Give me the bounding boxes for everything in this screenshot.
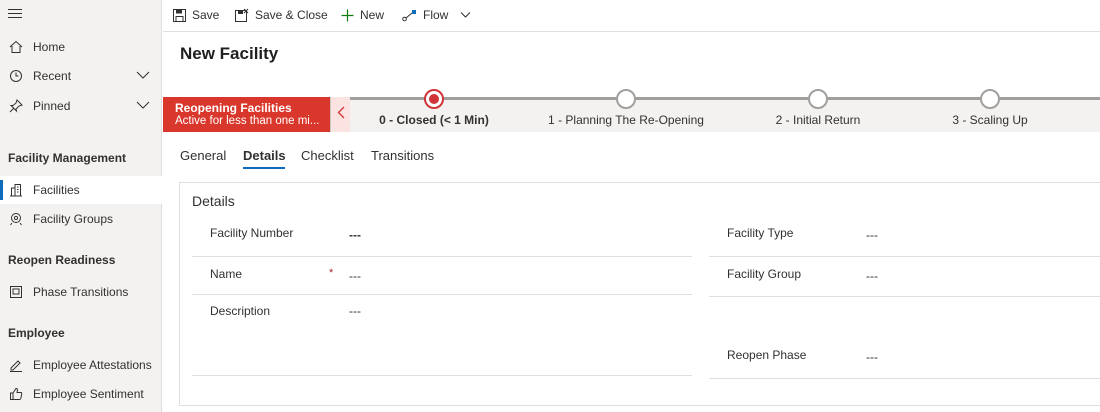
nav-pinned[interactable]: Pinned: [0, 92, 162, 120]
facility-type-field[interactable]: ---: [866, 228, 878, 242]
sidebar-item-label: Facilities: [33, 183, 80, 197]
flow-label: Flow: [423, 8, 449, 22]
page-title: New Facility: [180, 44, 279, 63]
reopen-phase-field[interactable]: ---: [866, 350, 878, 364]
sidebar-item-facilities[interactable]: Facilities: [0, 176, 162, 204]
stage-1-node[interactable]: [616, 89, 636, 109]
new-label: New: [360, 8, 385, 22]
save-and-close-button[interactable]: Save & Close: [235, 0, 328, 30]
name-label: Name: [210, 267, 243, 281]
sidebar-item-facility-groups[interactable]: Facility Groups: [0, 205, 162, 233]
sidebar-item-employee-sentiment[interactable]: Employee Sentiment: [0, 380, 162, 408]
facility-number-label: Facility Number: [210, 226, 294, 240]
nav-home[interactable]: Home: [0, 33, 162, 61]
flow-icon: [402, 9, 417, 22]
stage-0-label[interactable]: 0 - Closed (< 1 Min): [379, 113, 489, 127]
process-status: Active for less than one mi...: [175, 115, 320, 127]
flow-button[interactable]: Flow: [402, 0, 471, 30]
hamburger-menu-icon[interactable]: [8, 6, 22, 20]
active-tab-indicator: [243, 167, 285, 169]
home-icon: [8, 39, 24, 55]
document-icon: [8, 284, 24, 300]
save-and-close-label: Save & Close: [255, 8, 328, 22]
nav-home-label: Home: [33, 40, 66, 54]
thumbs-up-icon: [8, 386, 24, 402]
tab-general[interactable]: General: [180, 148, 226, 163]
stage-2-label[interactable]: 2 - Initial Return: [776, 113, 861, 127]
facility-number-field[interactable]: ---: [349, 228, 361, 242]
section-title-reopen-readiness: Reopen Readiness: [8, 253, 116, 267]
chevron-left-icon: [337, 106, 345, 124]
facility-type-label: Facility Type: [727, 226, 794, 240]
facility-group-label: Facility Group: [727, 267, 802, 281]
sidebar-item-label: Facility Groups: [33, 212, 114, 226]
required-indicator: *: [329, 267, 334, 279]
chevron-down-icon[interactable]: [136, 99, 150, 113]
process-flyout-header[interactable]: Reopening Facilities Active for less tha…: [163, 97, 330, 132]
section-title-facility-management: Facility Management: [8, 151, 127, 165]
description-field[interactable]: ---: [349, 304, 361, 318]
chevron-down-icon[interactable]: [460, 8, 471, 22]
save-close-icon: [235, 8, 249, 22]
tab-checklist[interactable]: Checklist: [301, 148, 354, 163]
save-label: Save: [192, 8, 220, 22]
sidebar-item-label: Employee Attestations: [33, 358, 152, 372]
nav-pinned-label: Pinned: [33, 99, 71, 113]
app-window: Home Recent Pinned Facility Management F…: [0, 0, 1100, 412]
sidebar-item-label: Phase Transitions: [33, 285, 129, 299]
field-divider: [709, 378, 1100, 379]
tab-details[interactable]: Details: [243, 148, 286, 163]
facility-group-field[interactable]: ---: [866, 269, 878, 283]
map-pin-icon: [8, 211, 24, 227]
main-content: Save Save & Close New Flow New Facility …: [163, 0, 1100, 412]
sidebar-item-phase-transitions[interactable]: Phase Transitions: [0, 278, 162, 306]
sidebar-item-employee-attestations[interactable]: Employee Attestations: [0, 351, 162, 379]
stage-1-label[interactable]: 1 - Planning The Re-Opening: [548, 113, 704, 127]
stage-2-node[interactable]: [808, 89, 828, 109]
stage-3-node[interactable]: [980, 89, 1000, 109]
tab-transitions[interactable]: Transitions: [371, 148, 434, 163]
name-field[interactable]: ---: [349, 269, 361, 283]
nav-recent[interactable]: Recent: [0, 62, 162, 90]
building-icon: [8, 182, 24, 198]
chevron-down-icon[interactable]: [136, 69, 150, 83]
sitemap-sidebar: Home Recent Pinned Facility Management F…: [0, 0, 162, 412]
collapse-process-button[interactable]: [330, 97, 350, 132]
section-title-employee: Employee: [8, 326, 65, 340]
stage-0-node[interactable]: [424, 89, 444, 109]
pin-icon: [8, 98, 24, 114]
field-divider: [192, 294, 692, 295]
details-section-card: Details Facility Number --- Name * --- D…: [179, 182, 1100, 406]
sidebar-item-label: Employee Sentiment: [33, 387, 144, 401]
section-title: Details: [192, 193, 235, 209]
save-icon: [173, 8, 186, 22]
reopen-phase-label: Reopen Phase: [727, 348, 807, 362]
plus-icon: [341, 9, 354, 22]
field-divider: [192, 375, 692, 376]
pen-icon: [8, 357, 24, 373]
clock-icon: [8, 68, 24, 84]
description-label: Description: [210, 304, 271, 318]
command-bar: Save Save & Close New Flow: [163, 0, 1100, 32]
nav-recent-label: Recent: [33, 69, 72, 83]
field-divider: [192, 256, 692, 257]
save-button[interactable]: Save: [173, 0, 219, 30]
field-divider: [709, 296, 1100, 297]
new-button[interactable]: New: [341, 0, 384, 30]
field-divider: [709, 256, 1100, 257]
stage-3-label[interactable]: 3 - Scaling Up: [952, 113, 1027, 127]
process-name: Reopening Facilities: [175, 101, 292, 115]
